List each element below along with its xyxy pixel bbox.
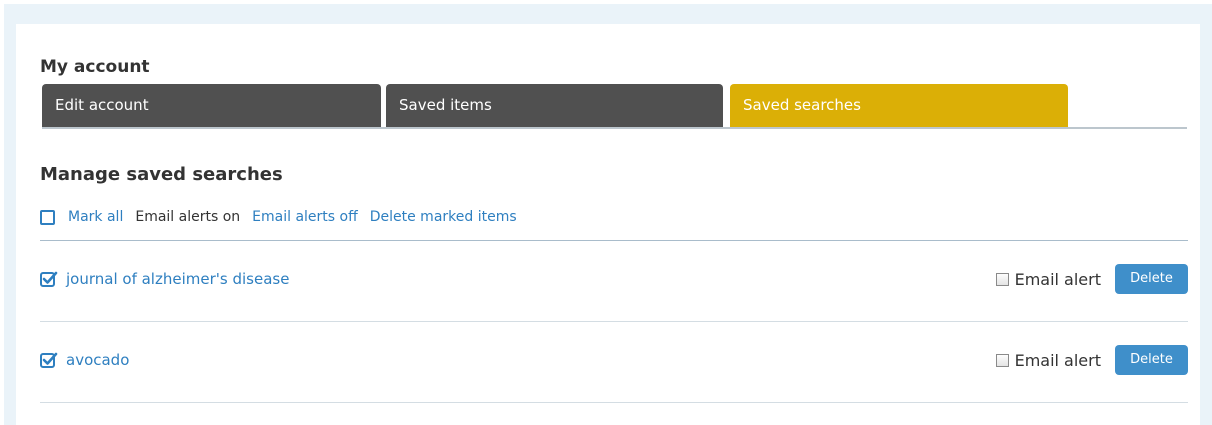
mark-all-checkbox[interactable] — [40, 209, 55, 225]
actions-divider — [40, 240, 1188, 241]
row-divider — [40, 321, 1188, 322]
account-panel-inner: My account Edit account Saved items Save… — [40, 24, 1188, 425]
row-actions: Email alert Delete — [995, 345, 1188, 375]
email-alert-checkbox[interactable] — [995, 353, 1009, 367]
tab-edit-account[interactable]: Edit account — [42, 84, 381, 127]
saved-search-row: journal of alzheimer's disease Email ale… — [40, 264, 1188, 294]
checked-checkbox-icon[interactable] — [40, 270, 58, 288]
bulk-actions-bar: Mark all Email alerts on Email alerts of… — [40, 207, 517, 227]
row-actions: Email alert Delete — [995, 264, 1188, 294]
email-alert-label: Email alert — [1014, 350, 1101, 370]
saved-search-row: avocado Email alert Delete — [40, 345, 1188, 375]
checked-checkbox-icon[interactable] — [40, 351, 58, 369]
delete-button[interactable]: Delete — [1115, 345, 1188, 375]
delete-button[interactable]: Delete — [1115, 264, 1188, 294]
section-title: Manage saved searches — [40, 164, 283, 185]
tab-saved-searches[interactable]: Saved searches — [730, 84, 1068, 127]
account-panel: My account Edit account Saved items Save… — [16, 24, 1200, 425]
email-alerts-on-label: Email alerts on — [135, 209, 241, 225]
saved-search-link[interactable]: avocado — [66, 351, 129, 369]
delete-marked-items-link[interactable]: Delete marked items — [370, 209, 517, 225]
page-background: My account Edit account Saved items Save… — [4, 4, 1212, 425]
email-alert-checkbox[interactable] — [995, 272, 1009, 286]
tab-saved-items[interactable]: Saved items — [386, 84, 723, 127]
email-alerts-off-link[interactable]: Email alerts off — [252, 209, 358, 225]
row-divider — [40, 402, 1188, 403]
mark-all-link[interactable]: Mark all — [68, 209, 123, 225]
account-tabs: Edit account Saved items Saved searches — [42, 84, 1187, 129]
email-alert-label: Email alert — [1014, 269, 1101, 289]
saved-search-link[interactable]: journal of alzheimer's disease — [66, 270, 289, 288]
page-title: My account — [40, 57, 150, 77]
